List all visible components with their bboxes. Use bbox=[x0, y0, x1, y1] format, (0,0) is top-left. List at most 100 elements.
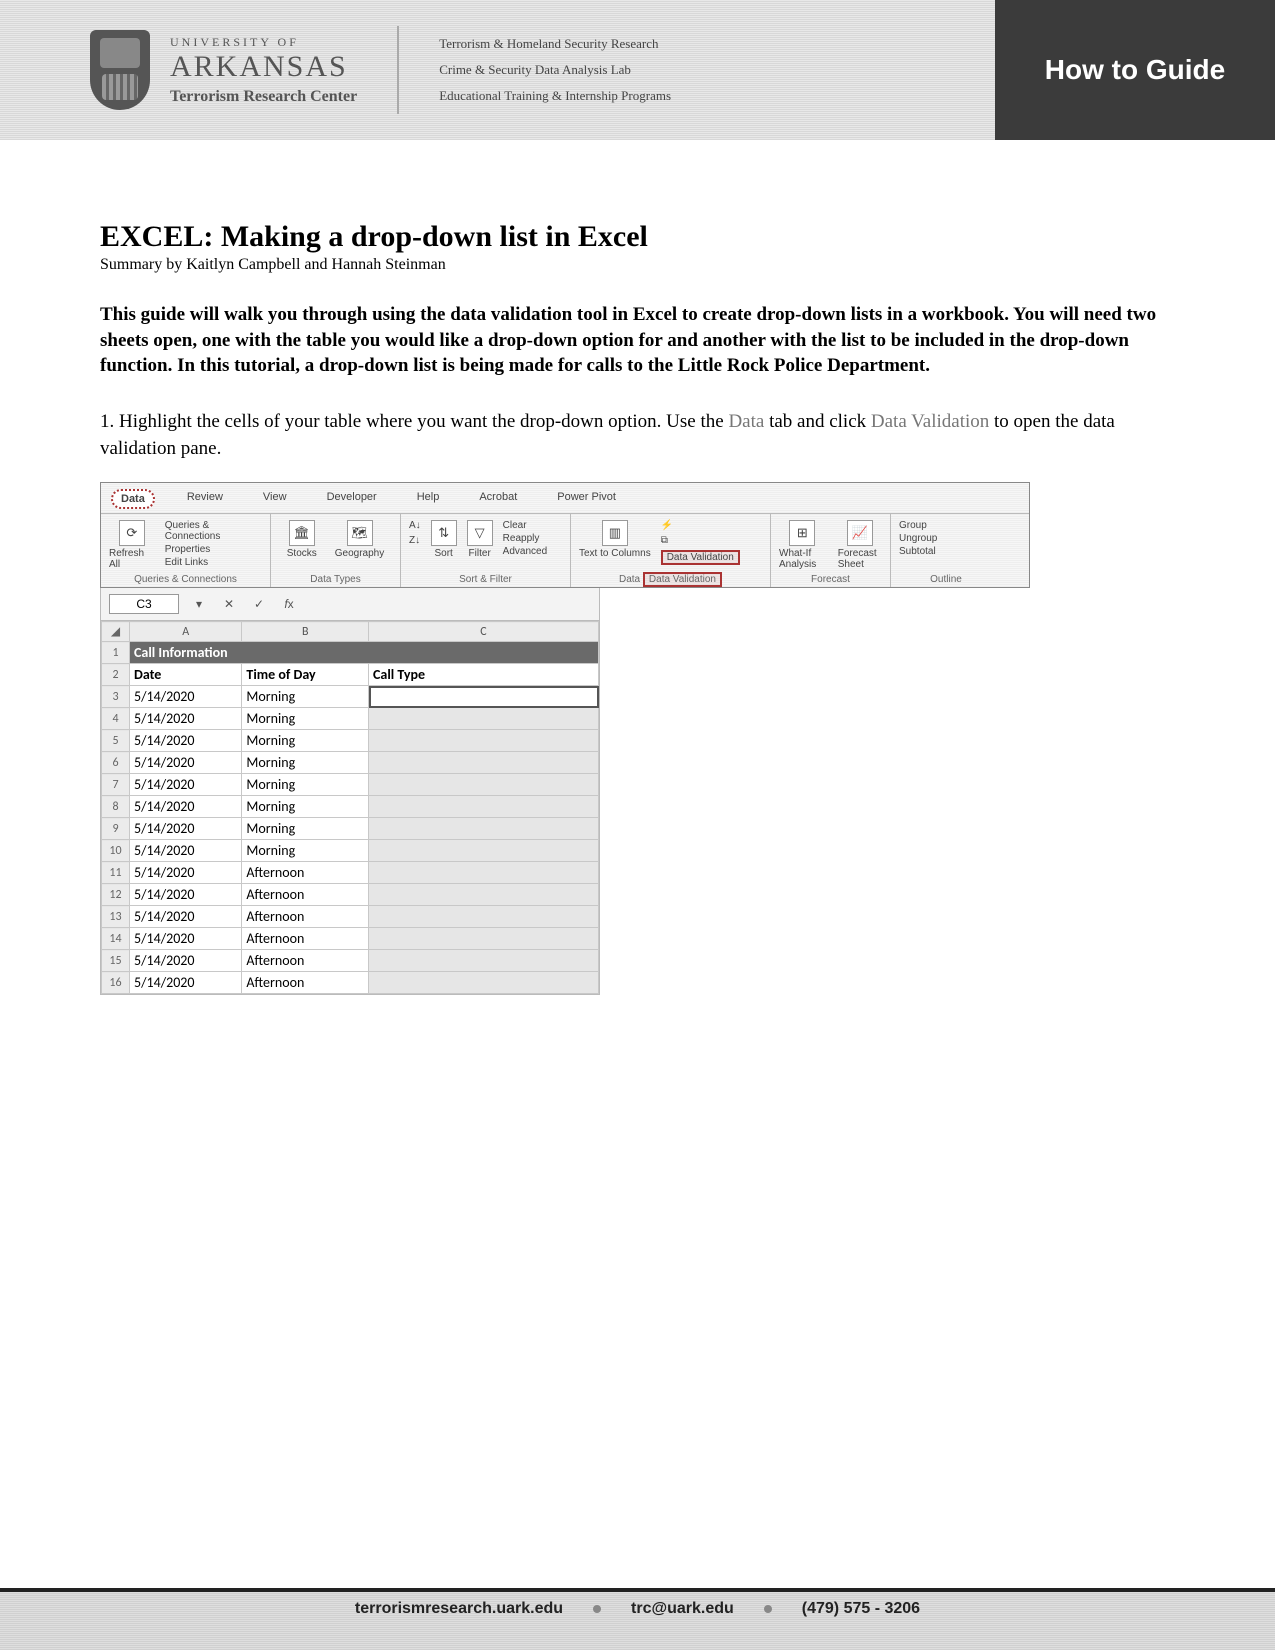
col-header-b[interactable]: B bbox=[242, 622, 369, 642]
row-header[interactable]: 11 bbox=[102, 862, 130, 884]
cell-call-type[interactable] bbox=[369, 906, 599, 928]
advanced-button[interactable]: Advanced bbox=[503, 546, 547, 557]
cell-date[interactable]: 5/14/2020 bbox=[130, 840, 242, 862]
text-to-columns-button[interactable]: ▥ Text to Columns bbox=[579, 520, 651, 559]
cell-time-of-day[interactable]: Afternoon bbox=[242, 950, 369, 972]
row-header[interactable]: 8 bbox=[102, 796, 130, 818]
tab-help[interactable]: Help bbox=[409, 489, 448, 509]
queries-connections-button[interactable]: Queries & Connections bbox=[165, 520, 262, 542]
cell-time-of-day[interactable]: Morning bbox=[242, 752, 369, 774]
cell-time-of-day[interactable]: Morning bbox=[242, 686, 369, 708]
sort-button[interactable]: ⇅ Sort bbox=[431, 520, 457, 559]
cell-call-type[interactable] bbox=[369, 818, 599, 840]
cell-call-type[interactable] bbox=[369, 862, 599, 884]
cell-call-type[interactable] bbox=[369, 950, 599, 972]
fx-icon[interactable]: fx bbox=[279, 597, 299, 611]
subtotal-button[interactable]: Subtotal bbox=[899, 546, 937, 557]
row-header[interactable]: 15 bbox=[102, 950, 130, 972]
col-header-a[interactable]: A bbox=[130, 622, 242, 642]
cell-date[interactable]: 5/14/2020 bbox=[130, 796, 242, 818]
cell-time-of-day[interactable]: Afternoon bbox=[242, 862, 369, 884]
filter-button[interactable]: ▽ Filter bbox=[467, 520, 493, 559]
row-header[interactable]: 16 bbox=[102, 972, 130, 994]
cell-date[interactable]: 5/14/2020 bbox=[130, 950, 242, 972]
cell-call-type[interactable] bbox=[369, 774, 599, 796]
cell-time-of-day[interactable]: Afternoon bbox=[242, 884, 369, 906]
cell-call-type[interactable] bbox=[369, 708, 599, 730]
reapply-button[interactable]: Reapply bbox=[503, 533, 547, 544]
refresh-all-button[interactable]: ⟳ Refresh All bbox=[109, 520, 155, 570]
sort-desc-icon[interactable]: Z↓ bbox=[409, 535, 421, 546]
header-time-of-day[interactable]: Time of Day bbox=[242, 664, 369, 686]
cell-time-of-day[interactable]: Morning bbox=[242, 774, 369, 796]
row-header[interactable]: 12 bbox=[102, 884, 130, 906]
clear-button[interactable]: Clear bbox=[503, 520, 547, 531]
what-if-button[interactable]: ⊞ What-If Analysis bbox=[779, 520, 826, 570]
name-box[interactable]: C3 bbox=[109, 594, 179, 614]
cell-call-type[interactable] bbox=[369, 840, 599, 862]
data-validation-button[interactable]: Data Validation bbox=[661, 550, 740, 565]
edit-links-button[interactable]: Edit Links bbox=[165, 557, 262, 568]
cell-call-type[interactable] bbox=[369, 972, 599, 994]
cell-time-of-day[interactable]: Afternoon bbox=[242, 906, 369, 928]
cell-date[interactable]: 5/14/2020 bbox=[130, 818, 242, 840]
cell-call-type[interactable] bbox=[369, 884, 599, 906]
row-header[interactable]: 3 bbox=[102, 686, 130, 708]
ungroup-button[interactable]: Ungroup bbox=[899, 533, 937, 544]
row-header[interactable]: 2 bbox=[102, 664, 130, 686]
cell-date[interactable]: 5/14/2020 bbox=[130, 730, 242, 752]
flash-fill-icon[interactable]: ⚡ bbox=[661, 520, 740, 531]
cell-call-type[interactable] bbox=[369, 928, 599, 950]
remove-duplicates-icon[interactable]: ⧉ bbox=[661, 535, 740, 546]
cell-time-of-day[interactable]: Afternoon bbox=[242, 972, 369, 994]
cell-time-of-day[interactable]: Morning bbox=[242, 708, 369, 730]
cell-date[interactable]: 5/14/2020 bbox=[130, 906, 242, 928]
stocks-button[interactable]: 🏛 Stocks bbox=[287, 520, 317, 559]
cell-call-type[interactable] bbox=[369, 796, 599, 818]
row-header[interactable]: 6 bbox=[102, 752, 130, 774]
cell-date[interactable]: 5/14/2020 bbox=[130, 884, 242, 906]
row-header[interactable]: 14 bbox=[102, 928, 130, 950]
cell-date[interactable]: 5/14/2020 bbox=[130, 686, 242, 708]
group-button[interactable]: Group bbox=[899, 520, 937, 531]
row-header[interactable]: 9 bbox=[102, 818, 130, 840]
cell-call-type[interactable] bbox=[369, 730, 599, 752]
row-header[interactable]: 7 bbox=[102, 774, 130, 796]
properties-button[interactable]: Properties bbox=[165, 544, 262, 555]
row-header[interactable]: 10 bbox=[102, 840, 130, 862]
cell-time-of-day[interactable]: Afternoon bbox=[242, 928, 369, 950]
merged-title[interactable]: Call Information bbox=[130, 642, 599, 664]
tab-developer[interactable]: Developer bbox=[319, 489, 385, 509]
header-date[interactable]: Date bbox=[130, 664, 242, 686]
select-all-corner[interactable]: ◢ bbox=[102, 622, 130, 642]
cell-call-type[interactable] bbox=[369, 686, 599, 708]
cell-time-of-day[interactable]: Morning bbox=[242, 818, 369, 840]
dropdown-icon[interactable]: ▾ bbox=[189, 597, 209, 611]
tab-power-pivot[interactable]: Power Pivot bbox=[549, 489, 624, 509]
tab-review[interactable]: Review bbox=[179, 489, 231, 509]
tab-data[interactable]: Data bbox=[111, 489, 155, 509]
cell-date[interactable]: 5/14/2020 bbox=[130, 972, 242, 994]
cell-call-type[interactable] bbox=[369, 752, 599, 774]
forecast-sheet-button[interactable]: 📈 Forecast Sheet bbox=[838, 520, 882, 570]
cell-date[interactable]: 5/14/2020 bbox=[130, 708, 242, 730]
tab-view[interactable]: View bbox=[255, 489, 295, 509]
geography-button[interactable]: 🗺 Geography bbox=[335, 520, 384, 559]
cell-time-of-day[interactable]: Morning bbox=[242, 796, 369, 818]
cell-time-of-day[interactable]: Morning bbox=[242, 840, 369, 862]
cell-date[interactable]: 5/14/2020 bbox=[130, 862, 242, 884]
sort-asc-icon[interactable]: A↓ bbox=[409, 520, 421, 531]
row-header[interactable]: 13 bbox=[102, 906, 130, 928]
cell-date[interactable]: 5/14/2020 bbox=[130, 752, 242, 774]
tab-acrobat[interactable]: Acrobat bbox=[471, 489, 525, 509]
enter-icon[interactable]: ✓ bbox=[249, 597, 269, 611]
cell-time-of-day[interactable]: Morning bbox=[242, 730, 369, 752]
header-call-type[interactable]: Call Type bbox=[369, 664, 599, 686]
row-header[interactable]: 4 bbox=[102, 708, 130, 730]
row-header[interactable]: 1 bbox=[102, 642, 130, 664]
cell-date[interactable]: 5/14/2020 bbox=[130, 928, 242, 950]
col-header-c[interactable]: C bbox=[369, 622, 599, 642]
cell-date[interactable]: 5/14/2020 bbox=[130, 774, 242, 796]
cancel-icon[interactable]: ✕ bbox=[219, 597, 239, 611]
row-header[interactable]: 5 bbox=[102, 730, 130, 752]
